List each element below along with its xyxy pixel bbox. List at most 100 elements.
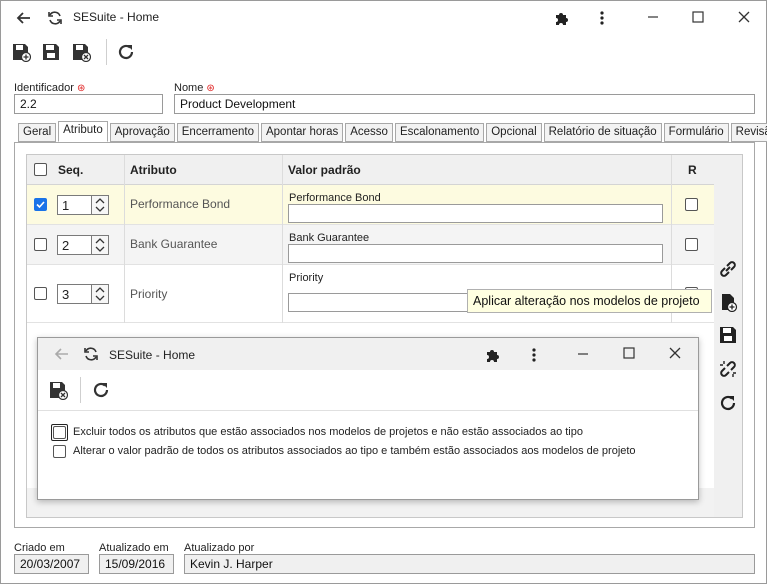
table-row[interactable]: 2 Bank Guarantee Bank Guarantee	[27, 225, 714, 265]
row-checkbox[interactable]	[34, 238, 47, 251]
atualizado-por-field: Kevin J. Harper	[184, 554, 755, 574]
dialog-close-button[interactable]	[664, 343, 686, 363]
stepper-arrows[interactable]	[91, 236, 108, 254]
seq-stepper[interactable]: 2	[57, 235, 109, 255]
dialog-maximize-button[interactable]	[618, 343, 640, 363]
dialog-title: SESuite - Home	[109, 348, 196, 362]
option2-label[interactable]: Alterar o valor padrão de todos os atrib…	[73, 445, 636, 457]
nome-label: Nome ⊛	[174, 82, 215, 94]
header-seq[interactable]: Seq.	[58, 155, 83, 184]
header-r[interactable]: R	[688, 155, 697, 184]
toolbar-separator	[106, 39, 107, 65]
maximize-button[interactable]	[686, 7, 710, 27]
tab-relatorio-situacao[interactable]: Relatório de situação	[543, 123, 662, 142]
toolbar-separator	[80, 377, 81, 403]
seq-value: 1	[62, 198, 70, 213]
minimize-button[interactable]	[641, 7, 665, 27]
header-valor-padrao[interactable]: Valor padrão	[288, 155, 361, 184]
option1-label[interactable]: Excluir todos os atributos que estão ass…	[73, 426, 583, 438]
close-icon	[669, 347, 681, 359]
close-button[interactable]	[732, 7, 756, 27]
up-down-arrows-icon	[95, 287, 105, 301]
refresh-icon	[48, 11, 62, 25]
save-icon	[720, 327, 736, 343]
tab-geral[interactable]: Geral	[18, 123, 57, 142]
dialog-title-bar: SESuite - Home	[38, 338, 698, 370]
save-close-icon	[73, 44, 91, 62]
up-down-arrows-icon	[95, 198, 105, 212]
unlink-icon	[720, 361, 736, 377]
close-icon	[738, 11, 750, 23]
tab-atributo[interactable]: Atributo	[58, 121, 108, 142]
table-row[interactable]: 1 Performance Bond Performance Bond	[27, 185, 714, 225]
puzzle-icon	[556, 13, 568, 25]
r-checkbox[interactable]	[685, 198, 698, 211]
side-reload-button[interactable]	[715, 391, 741, 415]
tab-revisao[interactable]: Revisão	[730, 123, 767, 142]
nome-input[interactable]: Product Development	[174, 94, 755, 114]
save-new-button[interactable]	[10, 41, 32, 63]
minimize-icon	[648, 16, 658, 18]
criado-label: Criado em	[14, 542, 65, 554]
side-save-button[interactable]	[715, 323, 741, 347]
save-close-button[interactable]	[70, 41, 92, 63]
stepper-arrows[interactable]	[91, 285, 108, 303]
dialog-toolbar	[38, 371, 698, 411]
tab-strip: Geral Atributo Aprovação Encerramento Ap…	[18, 121, 767, 143]
atributo-name: Priority	[130, 287, 168, 301]
window-title: SESuite - Home	[73, 10, 160, 24]
link-button[interactable]	[715, 257, 741, 281]
select-all-checkbox[interactable]	[34, 163, 47, 176]
arrow-left-icon	[54, 348, 68, 360]
tab-formulario[interactable]: Formulário	[663, 123, 729, 142]
minimize-icon	[578, 353, 588, 355]
arrow-left-icon	[16, 12, 30, 24]
valor-label: Performance Bond	[289, 192, 381, 204]
dialog-back-button[interactable]	[52, 344, 72, 364]
more-options-button[interactable]	[592, 8, 612, 28]
identificador-input[interactable]: 2.2	[14, 94, 163, 114]
tab-opcional[interactable]: Opcional	[486, 123, 542, 142]
r-checkbox[interactable]	[685, 238, 698, 251]
tab-aprovacao[interactable]: Aprovação	[109, 123, 175, 142]
save-button[interactable]	[40, 41, 62, 63]
row-checkbox[interactable]	[34, 287, 47, 300]
dialog-more-options-button[interactable]	[524, 345, 544, 365]
dialog-minimize-button[interactable]	[572, 344, 594, 364]
reload-icon	[93, 382, 109, 398]
tab-encerramento[interactable]: Encerramento	[176, 123, 259, 142]
main-window: SESuite - Home Identificador ⊛ 2.2 Nome …	[0, 0, 767, 584]
stepper-arrows[interactable]	[91, 196, 108, 214]
header-atributo[interactable]: Atributo	[130, 155, 177, 184]
seq-stepper[interactable]: 3	[57, 284, 109, 304]
dialog-save-close-button[interactable]	[47, 379, 69, 401]
atributo-name: Bank Guarantee	[130, 237, 218, 251]
valor-label: Priority	[289, 272, 324, 284]
tab-acesso[interactable]: Acesso	[345, 123, 393, 142]
back-button[interactable]	[13, 7, 35, 29]
dialog-extensions-button[interactable]	[483, 345, 503, 365]
unlink-button[interactable]	[715, 357, 741, 381]
tab-escalonamento[interactable]: Escalonamento	[394, 123, 485, 142]
grid-header: Seq. Atributo Valor padrão R	[27, 155, 714, 185]
option1-checkbox[interactable]	[53, 426, 66, 439]
option2-checkbox[interactable]	[53, 445, 66, 458]
seq-value: 3	[62, 287, 70, 302]
column-divider	[124, 155, 125, 323]
atualizado-field: 15/09/2016	[99, 554, 174, 574]
atualizado-label: Atualizado em	[99, 542, 169, 554]
tab-apontar-horas[interactable]: Apontar horas	[260, 123, 344, 142]
seq-stepper[interactable]: 1	[57, 195, 109, 215]
apply-to-models-button[interactable]	[715, 290, 741, 314]
dialog-refresh-button[interactable]	[81, 344, 101, 364]
refresh-button[interactable]	[44, 7, 66, 29]
refresh-icon	[84, 347, 98, 361]
row-checkbox[interactable]	[34, 198, 47, 211]
valor-input[interactable]	[288, 244, 663, 263]
extensions-button[interactable]	[552, 8, 572, 28]
document-add-icon	[722, 294, 738, 312]
dialog-reload-button[interactable]	[90, 379, 112, 401]
save-icon	[43, 44, 59, 60]
reload-button[interactable]	[115, 41, 137, 63]
valor-input[interactable]	[288, 204, 663, 223]
